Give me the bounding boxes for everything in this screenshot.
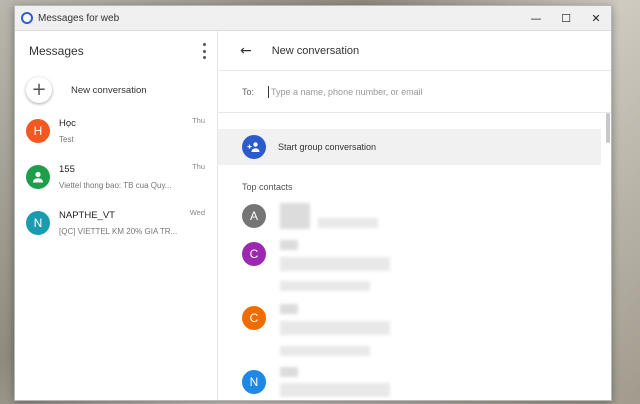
sidebar-title: Messages [29, 44, 84, 58]
conversation-name: Học [59, 118, 76, 129]
page-title: New conversation [271, 44, 360, 57]
avatar: N [242, 370, 266, 394]
recipient-input[interactable] [268, 85, 569, 98]
conversation-time: Wed [189, 208, 205, 217]
redacted-contact-detail [280, 346, 370, 356]
new-conversation-label: New conversation [71, 84, 147, 96]
contact-item[interactable]: C [242, 306, 268, 332]
avatar: C [242, 306, 266, 330]
redacted-contact-detail [318, 218, 378, 228]
contact-item[interactable]: N [242, 370, 268, 396]
redacted-contact-detail [280, 257, 390, 271]
top-contacts-label: Top contacts [242, 182, 293, 192]
group-conversation-label: Start group conversation [278, 142, 377, 152]
messages-app-icon [21, 12, 33, 24]
redacted-contact-detail [280, 281, 370, 291]
redacted-contact-name [280, 367, 298, 377]
conversation-time: Thu [192, 162, 205, 171]
contact-item[interactable]: A [242, 204, 268, 230]
app-window: Messages for web — ☐ ✕ Messages + New co… [14, 5, 612, 401]
sidebar-header: Messages [15, 31, 217, 71]
title-bar: Messages for web — ☐ ✕ [15, 6, 611, 31]
avatar: H [26, 119, 50, 143]
avatar: C [242, 242, 266, 266]
conversation-name: 155 [59, 164, 75, 175]
person-icon [33, 171, 43, 183]
redacted-contact-detail [280, 321, 390, 335]
to-label: To: [242, 86, 255, 97]
new-conversation-button[interactable]: + New conversation [15, 72, 217, 108]
conversation-time: Thu [192, 116, 205, 125]
scrollbar-thumb[interactable] [606, 113, 610, 143]
redacted-contact-detail [280, 383, 390, 397]
avatar [26, 165, 50, 189]
conversation-snippet: Viettel thong bao: TB cua Quy... [59, 181, 172, 190]
window-title: Messages for web [38, 12, 120, 24]
redacted-contact-name [280, 304, 298, 314]
contact-item[interactable]: C [242, 242, 268, 268]
redacted-contact-name [280, 203, 310, 229]
conversation-item[interactable]: H Học Test Thu [15, 108, 217, 154]
recipient-row: To: [218, 71, 611, 113]
main-header: ← New conversation [218, 31, 611, 71]
conversation-item[interactable]: N NAPTHE_VT [QC] VIETTEL KM 20% GIA TR..… [15, 200, 217, 246]
sidebar: Messages + New conversation H Học Test T… [15, 31, 218, 400]
window-controls: — ☐ ✕ [521, 6, 611, 31]
more-options-icon[interactable] [201, 43, 207, 59]
redacted-contact-name [280, 240, 298, 250]
maximize-button[interactable]: ☐ [551, 6, 581, 31]
back-arrow-icon[interactable]: ← [240, 43, 252, 59]
conversation-name: NAPTHE_VT [59, 210, 115, 221]
conversation-snippet: Test [59, 135, 74, 144]
main-panel: ← New conversation To: Start group conve… [218, 31, 611, 400]
minimize-button[interactable]: — [521, 6, 551, 31]
conversation-snippet: [QC] VIETTEL KM 20% GIA TR... [59, 227, 178, 236]
avatar: A [242, 204, 266, 228]
start-group-conversation-button[interactable]: Start group conversation [218, 129, 601, 165]
avatar: N [26, 211, 50, 235]
plus-icon: + [26, 77, 52, 103]
conversation-item[interactable]: 155 Viettel thong bao: TB cua Quy... Thu [15, 154, 217, 200]
group-add-icon [242, 135, 266, 159]
close-button[interactable]: ✕ [581, 6, 611, 31]
